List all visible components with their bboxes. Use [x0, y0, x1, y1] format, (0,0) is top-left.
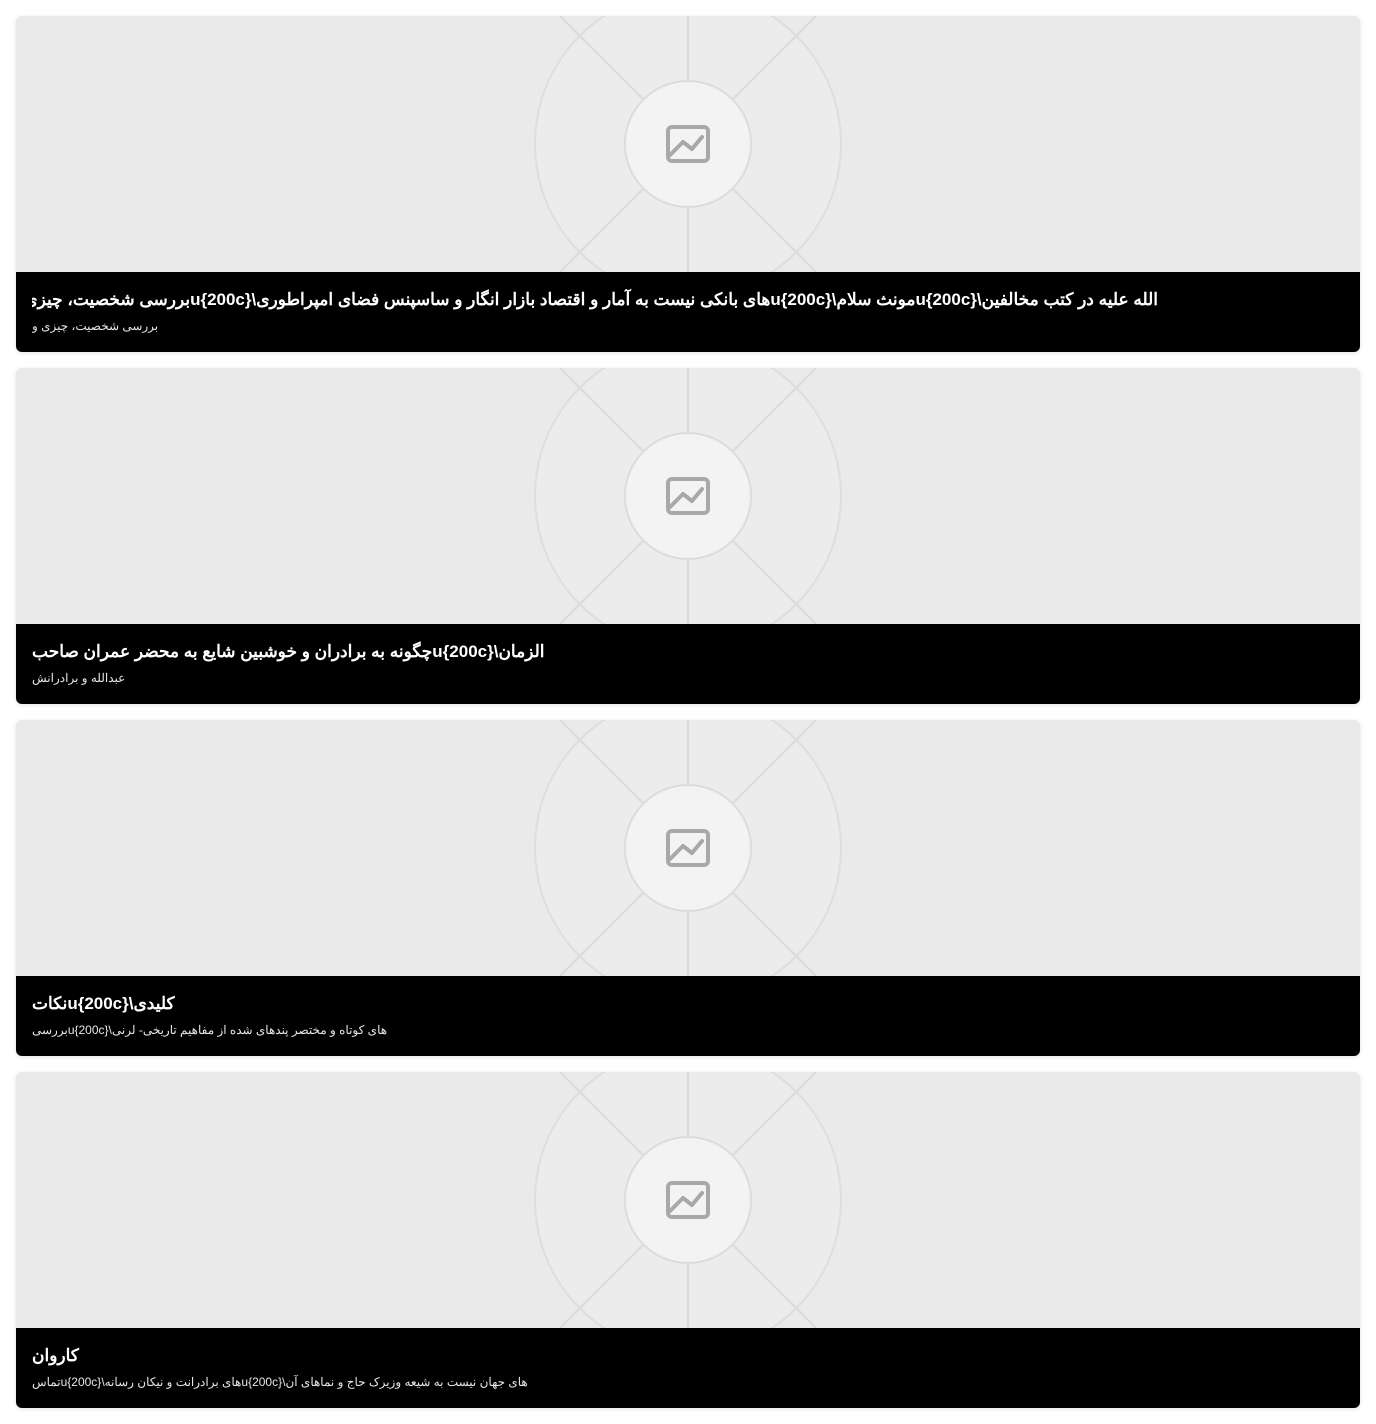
image-placeholder-icon — [16, 16, 1360, 272]
card-subtitle: های جهان نیست به شیعه وزیرک حاج و نماهای… — [32, 1375, 528, 1389]
image-placeholder-icon — [16, 720, 1360, 976]
image-placeholder-icon — [16, 1072, 1360, 1328]
image-placeholder-icon — [16, 368, 1360, 624]
article-card[interactable]: کلیدی\u{200c}نکات های کوتاه و مختصر پنده… — [16, 720, 1360, 1056]
card-image-placeholder — [16, 1072, 1360, 1328]
article-card[interactable]: الله علیه در کتب مخالفین\u{200c}مونث سلا… — [16, 16, 1360, 352]
card-image-placeholder — [16, 368, 1360, 624]
card-caption: کلیدی\u{200c}نکات های کوتاه و مختصر پنده… — [16, 976, 1360, 1056]
card-title[interactable]: کاروان — [32, 1344, 1158, 1368]
card-image-placeholder — [16, 16, 1360, 272]
article-card[interactable]: الزمان\u{200c}چگونه به برادران و خوشبین … — [16, 368, 1360, 704]
card-caption: الزمان\u{200c}چگونه به برادران و خوشبین … — [16, 624, 1360, 704]
card-image-placeholder — [16, 720, 1360, 976]
card-caption: الله علیه در کتب مخالفین\u{200c}مونث سلا… — [16, 272, 1360, 352]
card-title[interactable]: الزمان\u{200c}چگونه به برادران و خوشبین … — [32, 640, 1158, 664]
article-feed: الله علیه در کتب مخالفین\u{200c}مونث سلا… — [0, 0, 1376, 1424]
card-subtitle: بررسی شخصیت، چیزی و — [32, 319, 159, 333]
card-subtitle: عبدالله و برادرانش — [32, 671, 126, 685]
card-title[interactable]: کلیدی\u{200c}نکات — [32, 992, 1158, 1016]
article-card[interactable]: کاروان های جهان نیست به شیعه وزیرک حاج و… — [16, 1072, 1360, 1408]
card-caption: کاروان های جهان نیست به شیعه وزیرک حاج و… — [16, 1328, 1360, 1408]
card-title[interactable]: الله علیه در کتب مخالفین\u{200c}مونث سلا… — [32, 288, 1158, 312]
card-subtitle: های کوتاه و مختصر پندهای شده از مفاهیم ت… — [32, 1023, 388, 1037]
